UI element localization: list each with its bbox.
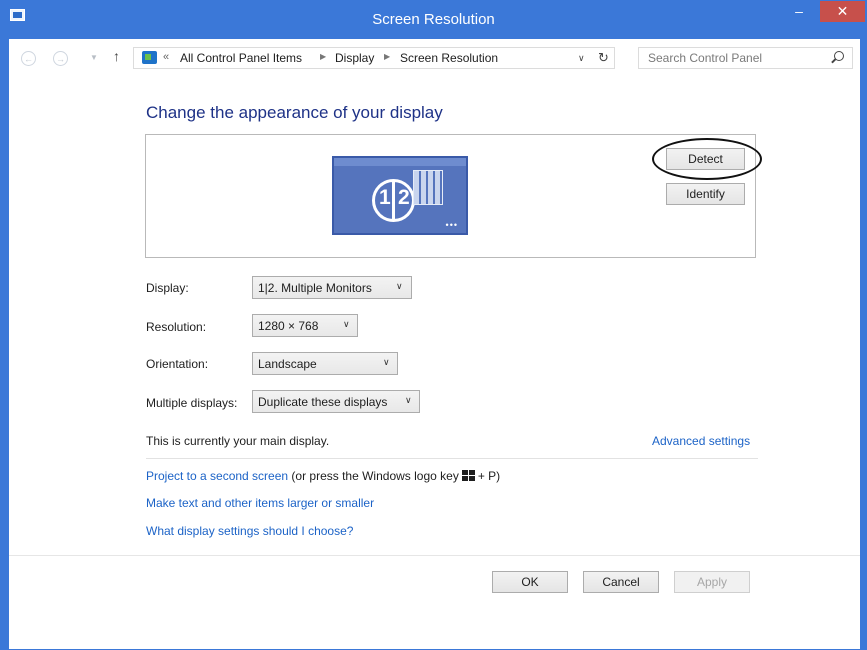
refresh-icon[interactable]: ↻ [598,50,609,66]
orientation-select-value: Landscape [258,357,317,371]
display-select-value: 1|2. Multiple Monitors [258,281,372,295]
chevron-down-icon: ∨ [343,319,350,329]
breadcrumb-separator-icon[interactable]: ▶ [320,52,326,61]
multiple-displays-label: Multiple displays: [146,396,238,410]
chevron-down-icon: ∨ [383,357,390,367]
screen-resolution-window: Screen Resolution – ✕ ← → ▼ ↑ « All Cont… [0,0,867,650]
breadcrumb-separator-icon[interactable]: ▶ [384,52,390,61]
address-dropdown-icon[interactable]: ∨ [578,53,585,64]
advanced-settings-link[interactable]: Advanced settings [652,434,750,448]
breadcrumb-all-control-panel-items[interactable]: All Control Panel Items [180,51,302,65]
forward-arrow-icon[interactable]: → [53,51,68,66]
footer: OK Cancel Apply [9,556,860,649]
resolution-label: Resolution: [146,320,207,334]
ok-button[interactable]: OK [492,571,568,593]
address-bar[interactable]: « All Control Panel Items ▶ Display ▶ Sc… [133,47,615,69]
detect-button[interactable]: Detect [666,148,745,170]
cancel-button[interactable]: Cancel [583,571,659,593]
monitor-icon[interactable]: 1 2 ••• [332,156,468,235]
orientation-label: Orientation: [146,357,209,371]
monitor-grid-decoration [413,170,443,205]
search-input[interactable]: Search Control Panel [648,51,762,65]
project-to-second-screen-link[interactable]: Project to a second screen [146,469,288,483]
back-arrow-icon[interactable]: ← [21,51,36,66]
chevron-down-icon: ∨ [396,281,403,291]
crumb-overflow[interactable]: « [163,51,169,63]
project-hint-text: (or press the Windows logo key [288,469,459,483]
resolution-select[interactable]: 1280 × 768 ∨ [252,314,358,337]
display-select[interactable]: 1|2. Multiple Monitors ∨ [252,276,412,299]
identify-button[interactable]: Identify [666,183,745,205]
page-title: Change the appearance of your display [146,103,443,122]
multiple-displays-select[interactable]: Duplicate these displays ∨ [252,390,420,413]
main-display-status: This is currently your main display. [146,434,330,448]
search-box[interactable]: Search Control Panel [638,47,853,69]
close-button[interactable]: ✕ [820,1,865,22]
project-hint-key: + P) [477,469,501,483]
navigation-bar: ← → ▼ ↑ « All Control Panel Items ▶ Disp… [9,39,860,79]
windows-logo-icon [461,470,475,481]
divider [146,458,758,459]
minimize-button[interactable]: – [786,1,812,23]
breadcrumb-display[interactable]: Display [335,51,374,65]
project-line: Project to a second screen (or press the… [146,469,500,483]
chevron-down-icon: ∨ [405,395,412,405]
apply-button[interactable]: Apply [674,571,750,593]
window-title: Screen Resolution [372,11,495,28]
title-bar[interactable]: Screen Resolution – ✕ [1,1,866,39]
window-content: ← → ▼ ↑ « All Control Panel Items ▶ Disp… [9,39,860,649]
recent-pages-chevron-icon[interactable]: ▼ [90,53,98,62]
display-settings-help-link[interactable]: What display settings should I choose? [146,524,353,538]
resolution-select-value: 1280 × 768 [258,319,319,333]
monitor-1-number: 1 [379,186,391,209]
multiple-displays-select-value: Duplicate these displays [258,395,388,409]
control-panel-icon [142,51,157,64]
monitor-dots: ••• [445,220,458,230]
up-arrow-icon[interactable]: ↑ [113,48,120,64]
breadcrumb-screen-resolution[interactable]: Screen Resolution [400,51,498,65]
make-text-larger-link[interactable]: Make text and other items larger or smal… [146,496,374,510]
monitor-2-number: 2 [398,186,410,209]
orientation-select[interactable]: Landscape ∨ [252,352,398,375]
monitor-number-badge: 1 2 [372,179,415,222]
monitor-divider [392,182,395,219]
search-icon[interactable] [834,51,844,61]
display-label: Display: [146,281,189,295]
display-preview-area: 1 2 ••• [145,134,756,258]
